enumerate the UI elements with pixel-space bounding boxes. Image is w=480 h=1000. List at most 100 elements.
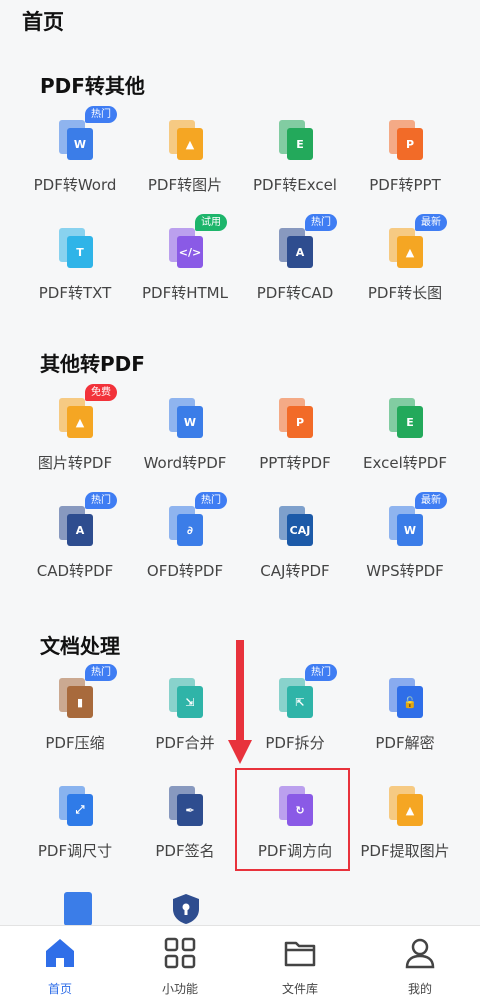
tool-label: PDF调尺寸	[37, 842, 113, 860]
tool-tile[interactable]: A 热门 PDF转CAD	[240, 214, 350, 334]
tool-tile[interactable]: W 最新 WPS转PDF	[350, 492, 460, 612]
ppt-icon: P	[275, 396, 315, 440]
image-icon: ▲	[165, 118, 205, 162]
badge: 试用	[195, 214, 227, 231]
nav-item[interactable]: 我的	[360, 926, 480, 1000]
tool-label: PDF签名	[155, 842, 215, 860]
tool-tile[interactable]: P PPT转PDF	[240, 396, 350, 504]
word-icon: W 热门	[55, 106, 117, 162]
tool-label: Excel转PDF	[363, 454, 447, 472]
tool-tile[interactable]: 🔓 PDF解密	[350, 676, 460, 784]
home-icon	[43, 936, 77, 974]
pen-icon: ✒	[165, 784, 205, 828]
resize-icon: ⤢	[55, 784, 95, 828]
excel-icon: E	[385, 396, 425, 440]
tool-label: PDF转图片	[147, 176, 223, 194]
bottom-navigation: 首页 小功能 文件库 我的	[0, 925, 480, 1000]
stamp-icon	[64, 892, 92, 926]
nav-label: 我的	[407, 982, 432, 996]
tool-label: PDF转HTML	[142, 284, 228, 302]
tool-tile[interactable]: ▲ 免费图片转PDF	[20, 384, 130, 504]
folder-icon	[283, 936, 317, 974]
tool-tile[interactable]: ▲ 最新 PDF转长图	[350, 214, 460, 334]
user-icon	[403, 936, 437, 974]
tool-label: 图片转PDF	[37, 454, 113, 472]
tool-label: PDF转CAD	[256, 284, 334, 302]
tool-tile[interactable]: T PDF转TXT	[20, 226, 130, 334]
tool-label: PDF转PPT	[369, 176, 441, 194]
ofd-icon: ∂ 热门	[165, 492, 227, 548]
nav-item[interactable]: 文件库	[240, 926, 360, 1000]
tool-tile[interactable]: ▲ PDF转图片	[130, 118, 240, 226]
section-title: 文档处理	[40, 634, 120, 658]
cad-icon: A 热门	[275, 214, 337, 270]
word-icon: W	[165, 396, 205, 440]
nav-label: 首页	[47, 982, 72, 996]
tool-tile[interactable]: ⤢ PDF调尺寸	[20, 784, 130, 892]
badge: 热门	[305, 664, 337, 681]
badge: 热门	[195, 492, 227, 509]
tool-label: WPS转PDF	[366, 562, 444, 580]
tool-label: PDF压缩	[45, 734, 105, 752]
compress-icon: ▮ 热门	[55, 664, 117, 720]
badge: 热门	[85, 664, 117, 681]
tool-tile[interactable]: ▲ PDF提取图片	[350, 784, 460, 892]
tool-tile[interactable]: ✒ PDF签名	[130, 784, 240, 892]
unlock-icon: 🔓	[385, 676, 425, 720]
nav-item[interactable]: 首页	[0, 926, 120, 1000]
tool-tile[interactable]: A 热门 CAD转PDF	[20, 492, 130, 612]
shield-icon	[173, 894, 199, 924]
tool-label: PDF转长图	[367, 284, 443, 302]
tool-label: PDF解密	[375, 734, 435, 752]
tool-tile[interactable]: </> 试用 PDF转HTML	[130, 214, 240, 334]
extract-image-icon: ▲	[385, 784, 425, 828]
caj-icon: CAJ	[275, 504, 315, 548]
tool-tile[interactable]: E Excel转PDF	[350, 396, 460, 504]
image-icon: ▲ 免费	[55, 384, 117, 440]
tool-label: CAD转PDF	[36, 562, 114, 580]
page-title: 首页	[22, 10, 64, 34]
long-image-icon: ▲ 最新	[385, 214, 447, 270]
excel-icon: E	[275, 118, 315, 162]
badge: 热门	[85, 106, 117, 123]
tool-label: PDF转Word	[33, 176, 117, 194]
nav-label: 小功能	[161, 982, 198, 996]
tool-tile[interactable]: CAJ CAJ转PDF	[240, 504, 350, 612]
tool-tile[interactable]: ▮ 热门 PDF压缩	[20, 664, 130, 784]
tool-grid: W 热门 PDF转Word ▲ PDF转图片 E PDF转Excel P PDF转PPT T PDF…	[20, 106, 460, 334]
nav-label: 文件库	[281, 982, 318, 996]
split-icon: ⇱ 热门	[275, 664, 337, 720]
grid-icon	[163, 936, 197, 974]
tool-tile[interactable]: P PDF转PPT	[350, 118, 460, 226]
badge: 热门	[85, 492, 117, 509]
html-icon: </> 试用	[165, 214, 227, 270]
badge: 最新	[415, 214, 447, 231]
section-title: PDF转其他	[40, 74, 145, 98]
tool-label: PDF合并	[155, 734, 215, 752]
highlight-box	[235, 768, 350, 871]
tool-label: Word转PDF	[143, 454, 227, 472]
wps-icon: W 最新	[385, 492, 447, 548]
merge-icon: ⇲	[165, 676, 205, 720]
tool-label: OFD转PDF	[146, 562, 224, 580]
badge: 热门	[305, 214, 337, 231]
tool-tile[interactable]: W Word转PDF	[130, 396, 240, 504]
tool-label: CAJ转PDF	[260, 562, 330, 580]
nav-item[interactable]: 小功能	[120, 926, 240, 1000]
tool-label: PDF拆分	[265, 734, 325, 752]
tool-label: PPT转PDF	[259, 454, 331, 472]
tool-label: PDF提取图片	[360, 842, 450, 860]
badge: 最新	[415, 492, 447, 509]
cad-icon: A 热门	[55, 492, 117, 548]
txt-icon: T	[55, 226, 95, 270]
tool-tile[interactable]: ∂ 热门 OFD转PDF	[130, 492, 240, 612]
tool-tile[interactable]: W 热门 PDF转Word	[20, 106, 130, 226]
red-arrow-annotation	[228, 640, 252, 764]
tool-grid: ▲ 免费图片转PDF W Word转PDF P PPT转PDF E Excel转PDF A 热门 C…	[20, 384, 460, 612]
tool-label: PDF转Excel	[253, 176, 337, 194]
badge: 免费	[85, 384, 117, 401]
ppt-icon: P	[385, 118, 425, 162]
tool-label: PDF转TXT	[38, 284, 112, 302]
partial-stamp-tile[interactable]	[60, 890, 100, 930]
tool-tile[interactable]: E PDF转Excel	[240, 118, 350, 226]
